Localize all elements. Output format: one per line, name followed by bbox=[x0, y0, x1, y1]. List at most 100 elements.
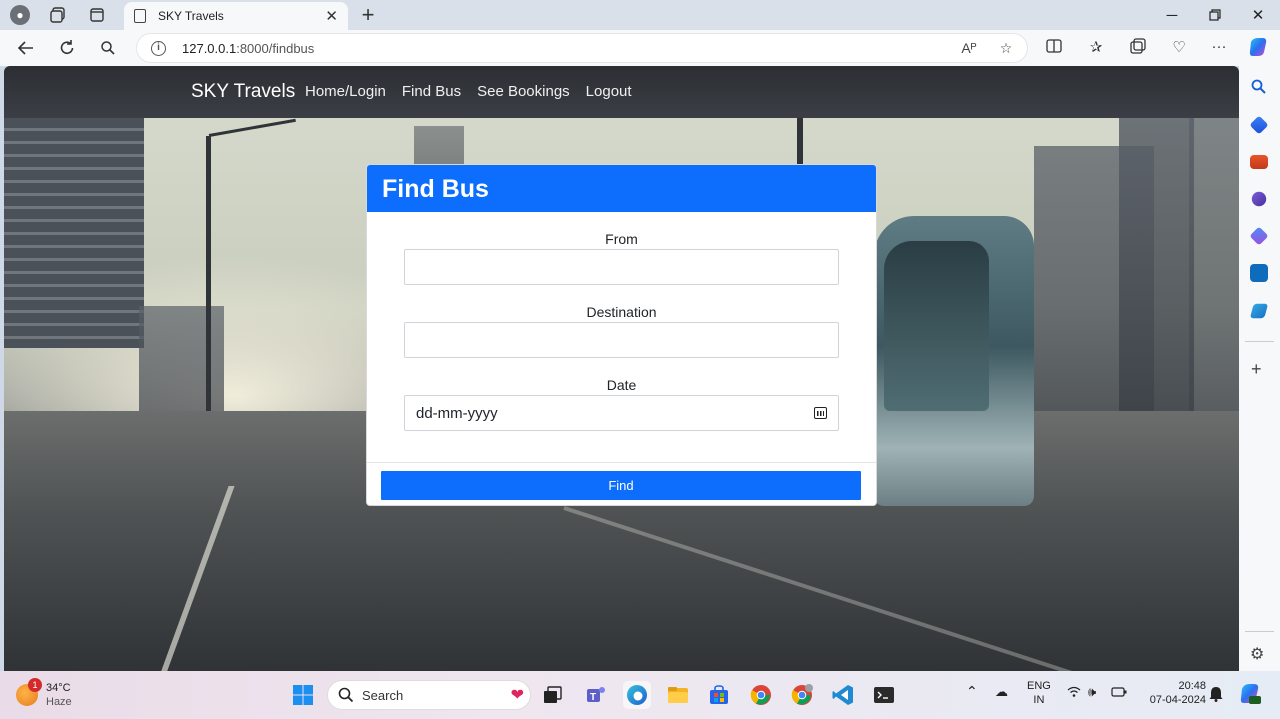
tab-actions-button[interactable] bbox=[83, 3, 111, 27]
windows-taskbar: 1 34°C Haze Search ❤ T ⌃ ☁ ENG IN 🕪 20:4… bbox=[0, 671, 1280, 719]
taskbar-search[interactable]: Search ❤ bbox=[327, 680, 531, 710]
start-button[interactable] bbox=[289, 681, 317, 709]
find-bus-card: Find Bus From Destination Date dd-mm-yyy… bbox=[366, 164, 877, 506]
background-building bbox=[139, 306, 224, 426]
back-arrow-icon bbox=[17, 41, 33, 55]
destination-input[interactable] bbox=[404, 322, 839, 358]
sidebar-settings-icon[interactable]: ⚙ bbox=[1250, 644, 1264, 664]
site-info-icon[interactable]: i bbox=[151, 41, 166, 56]
browser-tab[interactable]: SKY Travels ✕ bbox=[124, 2, 348, 30]
tab-actions-icon bbox=[90, 8, 104, 22]
weather-icon: 1 bbox=[16, 678, 42, 706]
search-icon bbox=[338, 687, 354, 703]
background-building bbox=[1119, 118, 1194, 418]
brand-logo-text[interactable]: SKY Travels bbox=[191, 81, 295, 103]
sidebar-microsoft365-icon[interactable] bbox=[1249, 226, 1269, 246]
nav-link-see-bookings[interactable]: See Bookings bbox=[477, 83, 570, 100]
search-label: Search bbox=[362, 687, 404, 703]
read-aloud-icon[interactable]: Aᴾ bbox=[959, 40, 979, 58]
refresh-button[interactable] bbox=[53, 35, 81, 61]
search-icon bbox=[101, 41, 115, 55]
sidebar-tools-icon[interactable] bbox=[1250, 155, 1268, 169]
card-footer: Find bbox=[367, 462, 876, 505]
minimize-button[interactable]: ─ bbox=[1152, 4, 1192, 26]
date-input[interactable]: dd-mm-yyyy bbox=[404, 395, 839, 431]
new-tab-button[interactable]: + bbox=[356, 2, 380, 28]
clock-time: 20:48 bbox=[1178, 680, 1206, 692]
from-label: From bbox=[605, 231, 638, 247]
restore-icon bbox=[1209, 9, 1221, 21]
sidebar-add-icon[interactable]: + bbox=[1251, 359, 1262, 380]
weather-widget[interactable]: 1 34°C Haze bbox=[16, 678, 72, 709]
favorites-icon[interactable]: ✰ bbox=[1085, 38, 1107, 58]
notification-bell-icon[interactable] bbox=[1209, 686, 1223, 706]
browser-essentials-icon[interactable]: ♡ bbox=[1168, 38, 1190, 58]
refresh-icon bbox=[60, 40, 74, 54]
find-bus-form: From Destination Date dd-mm-yyyy bbox=[367, 212, 876, 462]
url-path: :8000/findbus bbox=[236, 41, 315, 56]
vscode-icon[interactable] bbox=[829, 681, 857, 709]
teams-icon[interactable]: T bbox=[582, 681, 610, 709]
destination-label: Destination bbox=[586, 304, 657, 320]
find-button[interactable]: Find bbox=[381, 471, 861, 500]
profile-icon: ● bbox=[10, 5, 30, 25]
workspaces-icon bbox=[50, 7, 65, 23]
clock[interactable]: 20:48 07-04-2024 bbox=[1140, 679, 1206, 707]
search-button[interactable] bbox=[94, 35, 122, 61]
url-host: 127.0.0.1 bbox=[182, 41, 237, 56]
close-window-button[interactable]: ✕ bbox=[1238, 4, 1278, 26]
edge-browser-icon[interactable] bbox=[623, 681, 651, 709]
sidebar-shopping-icon[interactable] bbox=[1249, 115, 1269, 135]
split-screen-icon[interactable] bbox=[1043, 38, 1065, 58]
copilot-icon[interactable] bbox=[1247, 36, 1269, 56]
date-label: Date bbox=[606, 377, 637, 393]
volume-icon[interactable]: 🕪 bbox=[1088, 685, 1096, 699]
tab-title: SKY Travels bbox=[158, 9, 224, 23]
chrome-profile-icon[interactable] bbox=[788, 681, 816, 709]
back-button[interactable] bbox=[12, 35, 40, 61]
profile-button[interactable]: ● bbox=[6, 3, 34, 27]
clock-date: 07-04-2024 bbox=[1149, 694, 1206, 706]
favorite-star-icon[interactable]: ☆ bbox=[996, 40, 1016, 58]
background-building bbox=[4, 118, 144, 348]
file-explorer-icon[interactable] bbox=[664, 681, 692, 709]
show-hidden-icons-chevron-icon[interactable]: ⌃ bbox=[966, 684, 978, 698]
chrome-icon[interactable] bbox=[747, 681, 775, 709]
region-code: IN bbox=[1033, 694, 1045, 706]
sidebar-divider bbox=[1245, 631, 1274, 632]
wifi-icon[interactable] bbox=[1067, 686, 1081, 701]
battery-icon[interactable] bbox=[1111, 687, 1127, 701]
sidebar-search-icon[interactable] bbox=[1250, 78, 1268, 96]
card-title: Find Bus bbox=[367, 165, 876, 212]
collections-icon[interactable] bbox=[1127, 38, 1149, 58]
nav-link-logout[interactable]: Logout bbox=[586, 83, 632, 100]
url-text[interactable]: 127.0.0.1:8000/findbus bbox=[182, 41, 314, 56]
nav-links: Home/Login Find Bus See Bookings Logout bbox=[305, 83, 632, 100]
microsoft-store-icon[interactable] bbox=[705, 681, 733, 709]
nav-link-home-login[interactable]: Home/Login bbox=[305, 83, 386, 100]
windows-logo-icon bbox=[293, 685, 313, 705]
sidebar-games-icon[interactable] bbox=[1251, 191, 1267, 207]
street-light bbox=[206, 136, 211, 436]
sidebar-outlook-icon[interactable] bbox=[1250, 264, 1268, 282]
network-cloud-icon[interactable]: ☁ bbox=[995, 685, 1008, 699]
from-input[interactable] bbox=[404, 249, 839, 285]
language-indicator[interactable]: ENG IN bbox=[1027, 679, 1051, 707]
page-icon bbox=[134, 9, 146, 23]
terminal-icon[interactable] bbox=[870, 681, 898, 709]
street-light-arm bbox=[208, 118, 296, 137]
workspaces-button[interactable] bbox=[44, 3, 72, 27]
task-view-icon[interactable] bbox=[539, 681, 567, 709]
close-tab-icon[interactable]: ✕ bbox=[325, 7, 338, 25]
more-menu-icon[interactable]: ··· bbox=[1208, 38, 1230, 58]
copilot-preview-icon[interactable] bbox=[1238, 682, 1262, 710]
background-building bbox=[1189, 118, 1239, 448]
sidebar-drop-icon[interactable] bbox=[1249, 303, 1269, 319]
nav-link-find-bus[interactable]: Find Bus bbox=[402, 83, 461, 100]
calendar-icon[interactable] bbox=[814, 407, 827, 419]
restore-button[interactable] bbox=[1195, 4, 1235, 26]
address-bar[interactable]: i 127.0.0.1:8000/findbus Aᴾ ☆ bbox=[136, 33, 1028, 63]
language-code: ENG bbox=[1027, 680, 1051, 692]
background-bus-window bbox=[884, 241, 989, 411]
date-placeholder: dd-mm-yyyy bbox=[416, 404, 498, 422]
